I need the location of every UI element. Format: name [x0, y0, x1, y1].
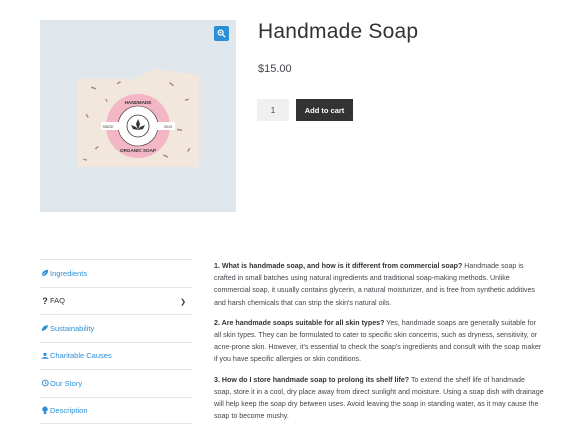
- tab-charitable-causes[interactable]: Charitable Causes: [40, 341, 192, 370]
- tab-sustainability[interactable]: Sustainability: [40, 314, 192, 342]
- soap-label-top: HANDMADE: [125, 100, 152, 105]
- product-image[interactable]: HANDMADE ORGANIC SOAP SINCE 2019: [77, 69, 199, 167]
- faq-question: 2. Are handmade soaps suitable for all s…: [214, 318, 385, 327]
- faq-item: 1. What is handmade soap, and how is it …: [214, 260, 544, 309]
- product-price: $15.00: [258, 63, 292, 75]
- tab-label: Description: [50, 405, 88, 415]
- tab-faq[interactable]: ? FAQ ❯: [40, 286, 192, 315]
- soap-label-left: SINCE: [103, 125, 115, 129]
- tab-description[interactable]: Description: [40, 396, 192, 424]
- faq-panel: 1. What is handmade soap, and how is it …: [214, 260, 544, 430]
- quantity-input[interactable]: [257, 99, 289, 121]
- tab-ingredients[interactable]: Ingredients: [40, 259, 192, 287]
- soap-label-right: 2019: [164, 125, 172, 129]
- zoom-button[interactable]: [214, 26, 229, 41]
- faq-question: 1. What is handmade soap, and how is it …: [214, 262, 463, 270]
- chevron-right-icon: ❯: [180, 298, 186, 306]
- faq-item: 3. How do I store handmade soap to prolo…: [214, 374, 544, 423]
- tab-label: Our Story: [50, 378, 83, 388]
- history-icon: [41, 379, 49, 387]
- lightbulb-icon: [41, 406, 49, 414]
- tab-label: Sustainability: [50, 323, 95, 333]
- tab-our-story[interactable]: Our Story: [40, 369, 192, 397]
- product-title: Handmade Soap: [258, 20, 419, 43]
- charity-icon: [41, 352, 49, 360]
- question-icon: ?: [42, 295, 48, 306]
- soap-label-bottom: ORGANIC SOAP: [120, 148, 156, 153]
- faq-question: 3. How do I store handmade soap to prolo…: [214, 375, 410, 384]
- product-tabs: Ingredients ? FAQ ❯ Sustainability Chari…: [40, 259, 192, 424]
- tab-label: FAQ: [50, 296, 66, 306]
- tab-label: Charitable Causes: [50, 351, 112, 361]
- magnify-icon: [217, 29, 226, 38]
- leaf-icon: [41, 269, 49, 277]
- add-to-cart-button[interactable]: Add to cart: [296, 99, 353, 121]
- tab-label: Ingredients: [50, 268, 88, 278]
- recycle-icon: [41, 324, 49, 332]
- faq-item: 2. Are handmade soaps suitable for all s…: [214, 317, 544, 366]
- product-gallery[interactable]: HANDMADE ORGANIC SOAP SINCE 2019: [40, 20, 236, 212]
